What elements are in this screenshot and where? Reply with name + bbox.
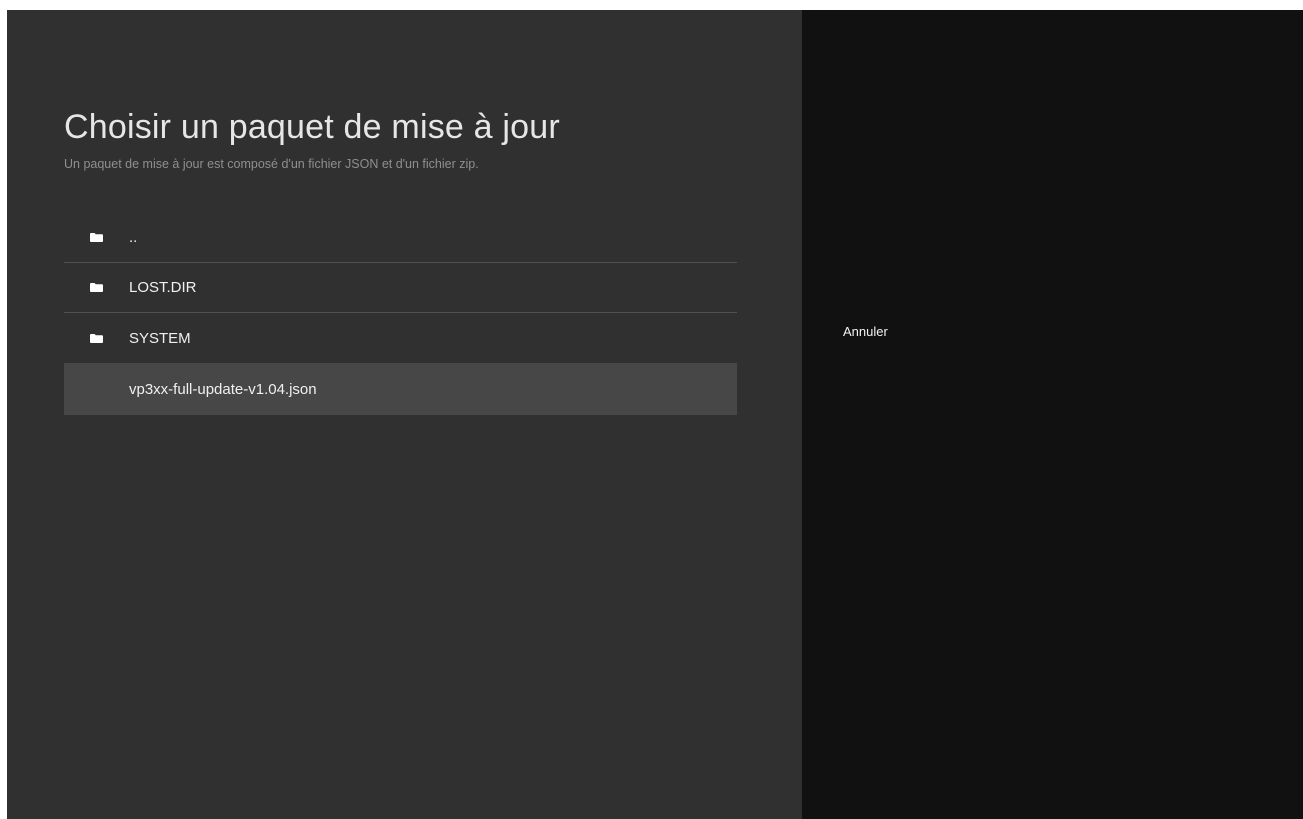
file-browser-panel: Choisir un paquet de mise à jour Un paqu… [7,10,802,819]
list-item-parent-dir[interactable]: .. [64,213,737,263]
file-name: SYSTEM [129,329,191,347]
update-package-picker: Choisir un paquet de mise à jour Un paqu… [7,10,1303,819]
folder-icon [90,283,103,292]
file-name: LOST.DIR [129,279,197,296]
folder-icon [90,333,103,343]
list-item-update-json[interactable]: vp3xx-full-update-v1.04.json [64,363,737,415]
list-item-lost-dir[interactable]: LOST.DIR [64,263,737,313]
file-list: .. LOST.DIR SYSTEM vp3xx-full-update-v1.… [64,213,737,415]
page-title: Choisir un paquet de mise à jour [64,108,560,146]
file-name: vp3xx-full-update-v1.04.json [129,380,317,398]
page-subtitle: Un paquet de mise à jour est composé d'u… [64,157,479,171]
file-name: .. [129,229,138,246]
list-item-system[interactable]: SYSTEM [64,313,737,363]
folder-icon [90,233,103,242]
actions-panel: Annuler [802,10,1303,819]
cancel-button[interactable]: Annuler [843,324,888,339]
